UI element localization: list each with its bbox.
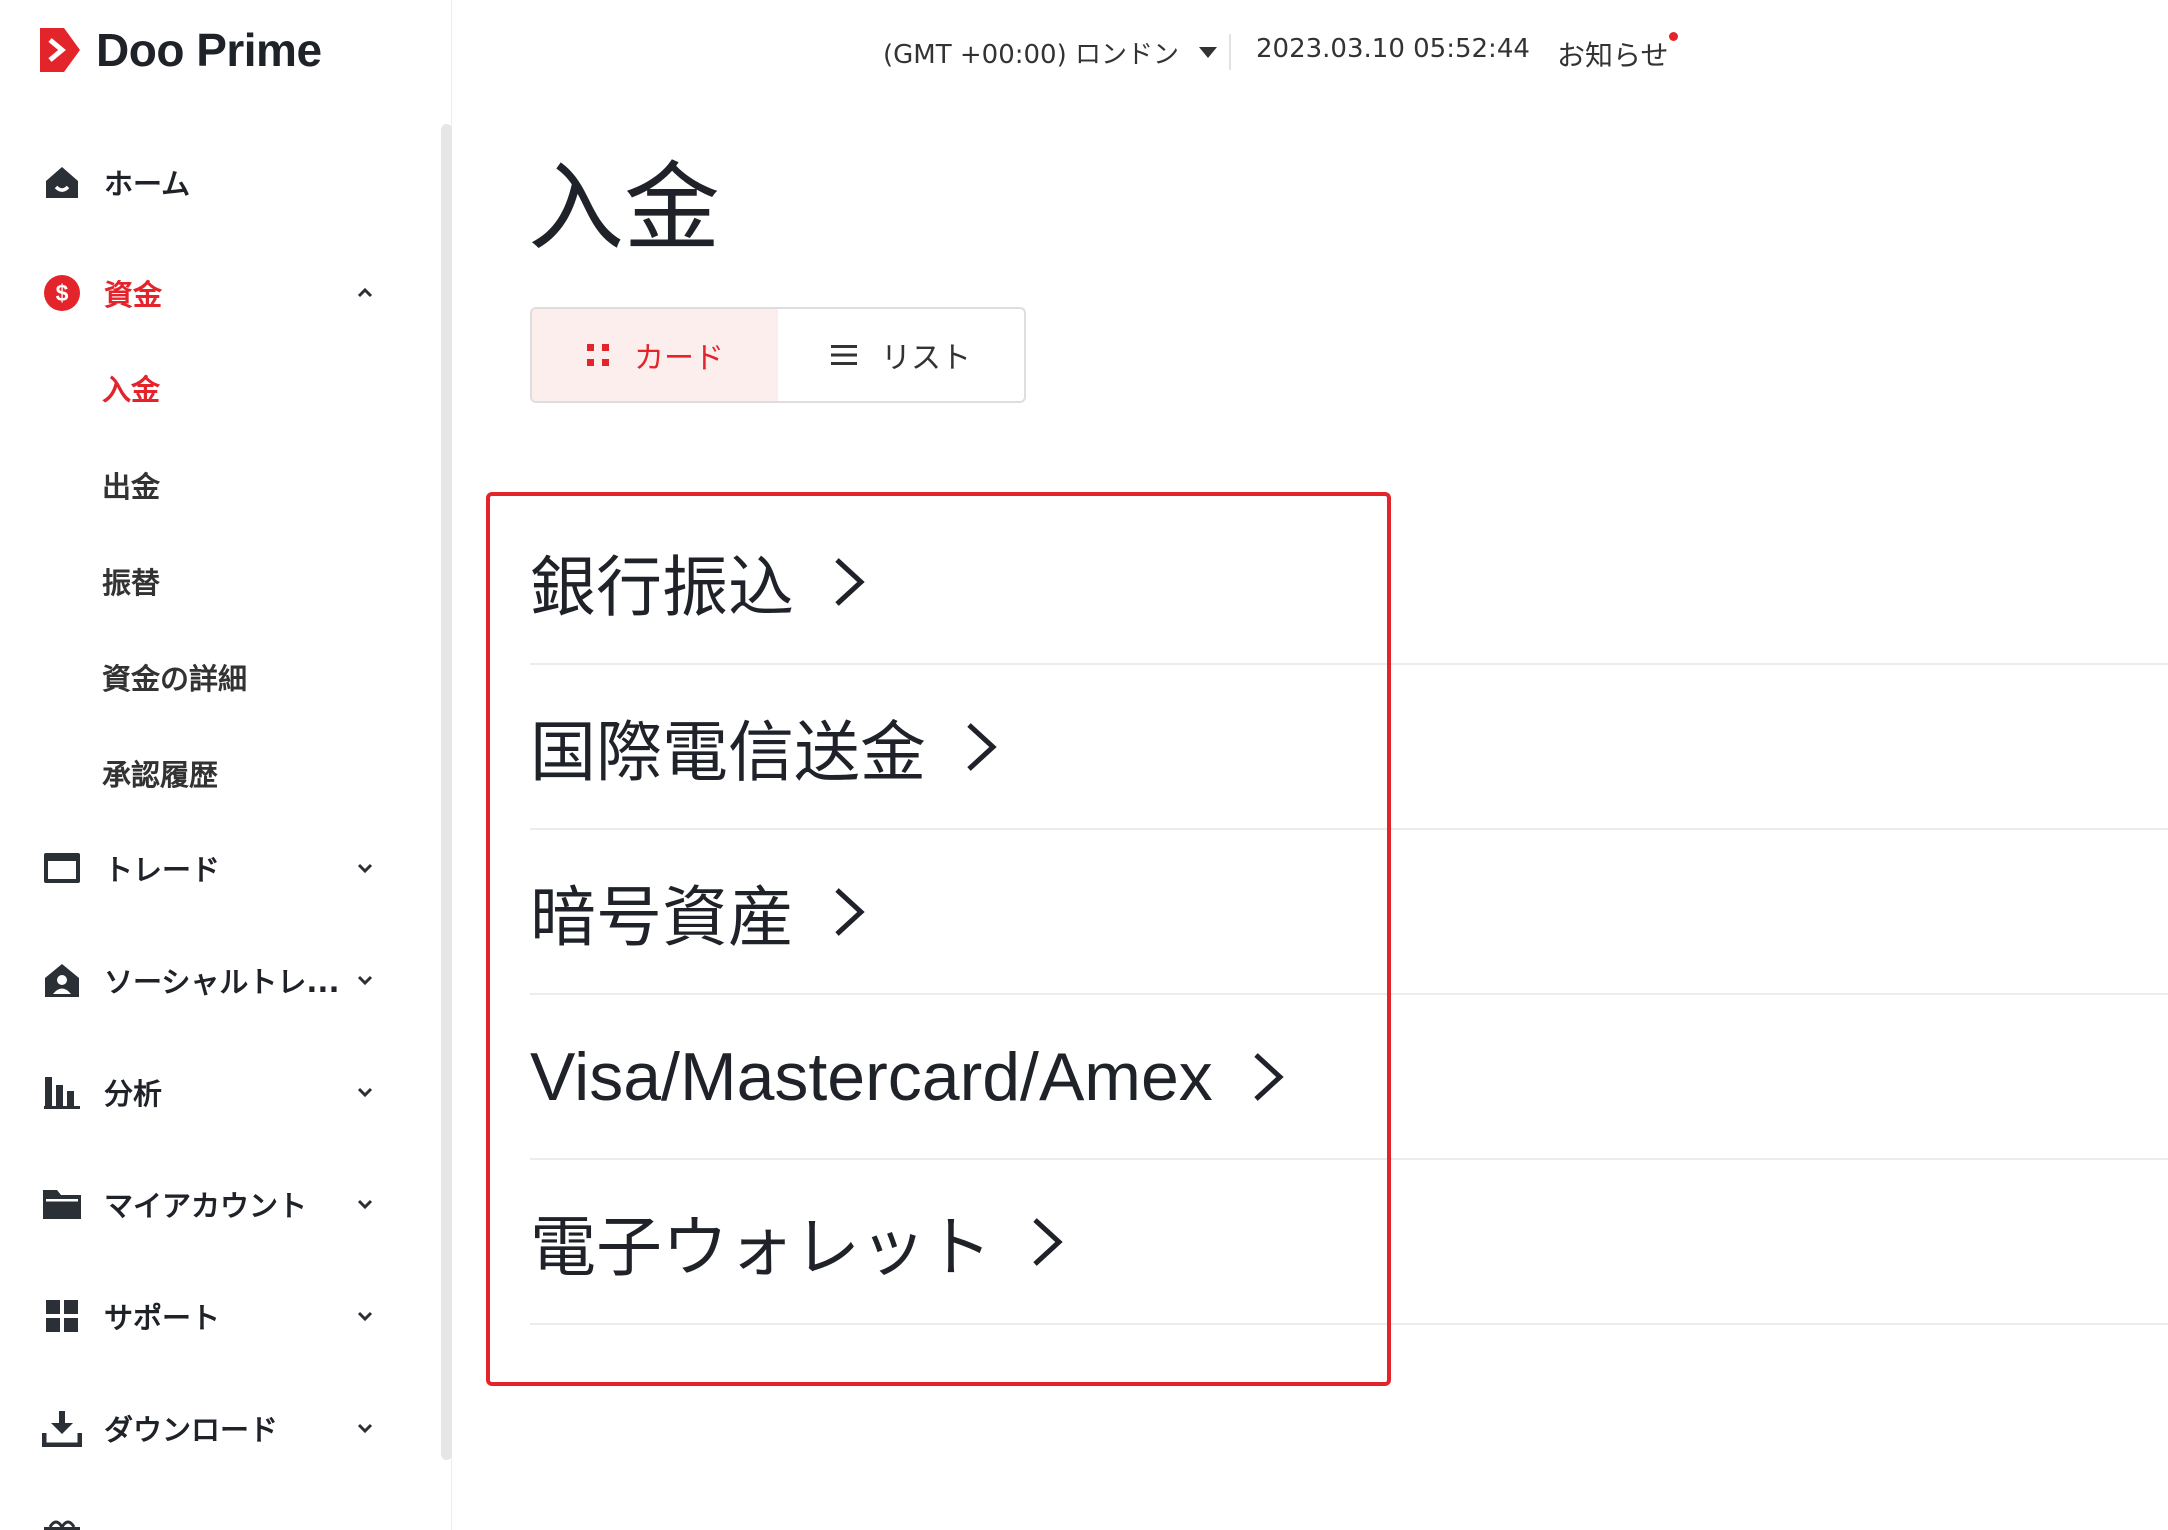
grid-icon xyxy=(40,1294,84,1338)
timezone-label: (GMT +00:00) ロンドン xyxy=(883,40,1179,70)
social-trading-icon xyxy=(40,958,84,1002)
dollar-circle-icon: $ xyxy=(40,271,84,315)
timezone-selector[interactable]: (GMT +00:00) ロンドン xyxy=(883,34,1217,71)
list-icon xyxy=(831,344,857,366)
sidebar-item-label: ソーシャルトレ... xyxy=(104,965,340,999)
notification-dot xyxy=(1669,32,1678,41)
view-toggle: カード リスト xyxy=(530,307,1026,403)
sidebar-subitem-transfer[interactable]: 振替 xyxy=(102,556,160,606)
chevron-down-icon xyxy=(350,1413,380,1443)
brand-logo[interactable]: Doo Prime xyxy=(40,24,322,76)
chevron-down-icon xyxy=(350,965,380,995)
sidebar-scrollbar[interactable] xyxy=(441,124,452,1460)
current-datetime: 2023.03.10 05:52:44 xyxy=(1256,34,1530,64)
sidebar-subitem-deposit[interactable]: 入金 xyxy=(102,363,160,413)
highlight-box xyxy=(486,492,1391,1386)
sidebar-subitem-approval-history[interactable]: 承認履歴 xyxy=(102,748,218,798)
sidebar-item-label: トレード xyxy=(104,853,221,887)
sidebar-item-label: サポート xyxy=(104,1301,221,1335)
gift-icon xyxy=(42,1516,82,1530)
sidebar-subitem-fund-details[interactable]: 資金の詳細 xyxy=(102,652,247,702)
folder-icon xyxy=(40,1182,84,1226)
sidebar-item-funds[interactable]: $ 資金 xyxy=(40,263,380,323)
sidebar-item-label: 資金 xyxy=(104,278,163,312)
header-divider xyxy=(1229,34,1231,70)
brand-name: Doo Prime xyxy=(96,24,322,76)
card-view-label: カード xyxy=(634,341,724,376)
sidebar-item-social-trading[interactable]: ソーシャルトレ... xyxy=(40,950,380,1010)
notifications-link[interactable]: お知らせ xyxy=(1557,34,1668,74)
sidebar-item-label: ダウンロード xyxy=(104,1413,279,1447)
home-icon xyxy=(40,160,84,204)
sidebar-item-support[interactable]: サポート xyxy=(40,1286,380,1346)
sidebar-subitem-withdrawal[interactable]: 出金 xyxy=(102,460,160,510)
doo-prime-logo-icon xyxy=(40,28,80,72)
sidebar-item-my-account[interactable]: マイアカウント xyxy=(40,1174,380,1234)
bar-chart-icon xyxy=(40,1070,84,1114)
grid-dots-icon xyxy=(586,343,610,367)
page-title: 入金 xyxy=(528,152,720,264)
sidebar-item-home[interactable]: ホーム xyxy=(40,152,380,212)
sidebar-item-download[interactable]: ダウンロード xyxy=(40,1398,380,1458)
trade-icon xyxy=(40,846,84,890)
chevron-down-icon xyxy=(350,853,380,883)
card-view-button[interactable]: カード xyxy=(532,309,778,401)
sidebar-item-analysis[interactable]: 分析 xyxy=(40,1062,380,1122)
chevron-up-icon xyxy=(350,278,380,308)
sidebar-item-label: マイアカウント xyxy=(104,1189,308,1223)
chevron-down-icon xyxy=(350,1189,380,1219)
chevron-down-icon xyxy=(350,1301,380,1331)
list-view-button[interactable]: リスト xyxy=(778,309,1024,401)
download-icon xyxy=(40,1406,84,1450)
sidebar-item-label: ホーム xyxy=(104,167,191,201)
chevron-down-icon xyxy=(350,1077,380,1107)
sidebar-item-trade[interactable]: トレード xyxy=(40,838,380,898)
sidebar: Doo Prime ホーム $ 資金 入金 出金 振替 資金の詳細 承認履歴 ト… xyxy=(0,0,452,1530)
list-view-label: リスト xyxy=(881,341,971,376)
svg-text:$: $ xyxy=(56,280,69,306)
sidebar-item-label: 分析 xyxy=(104,1077,163,1111)
caret-down-icon xyxy=(1199,47,1217,58)
